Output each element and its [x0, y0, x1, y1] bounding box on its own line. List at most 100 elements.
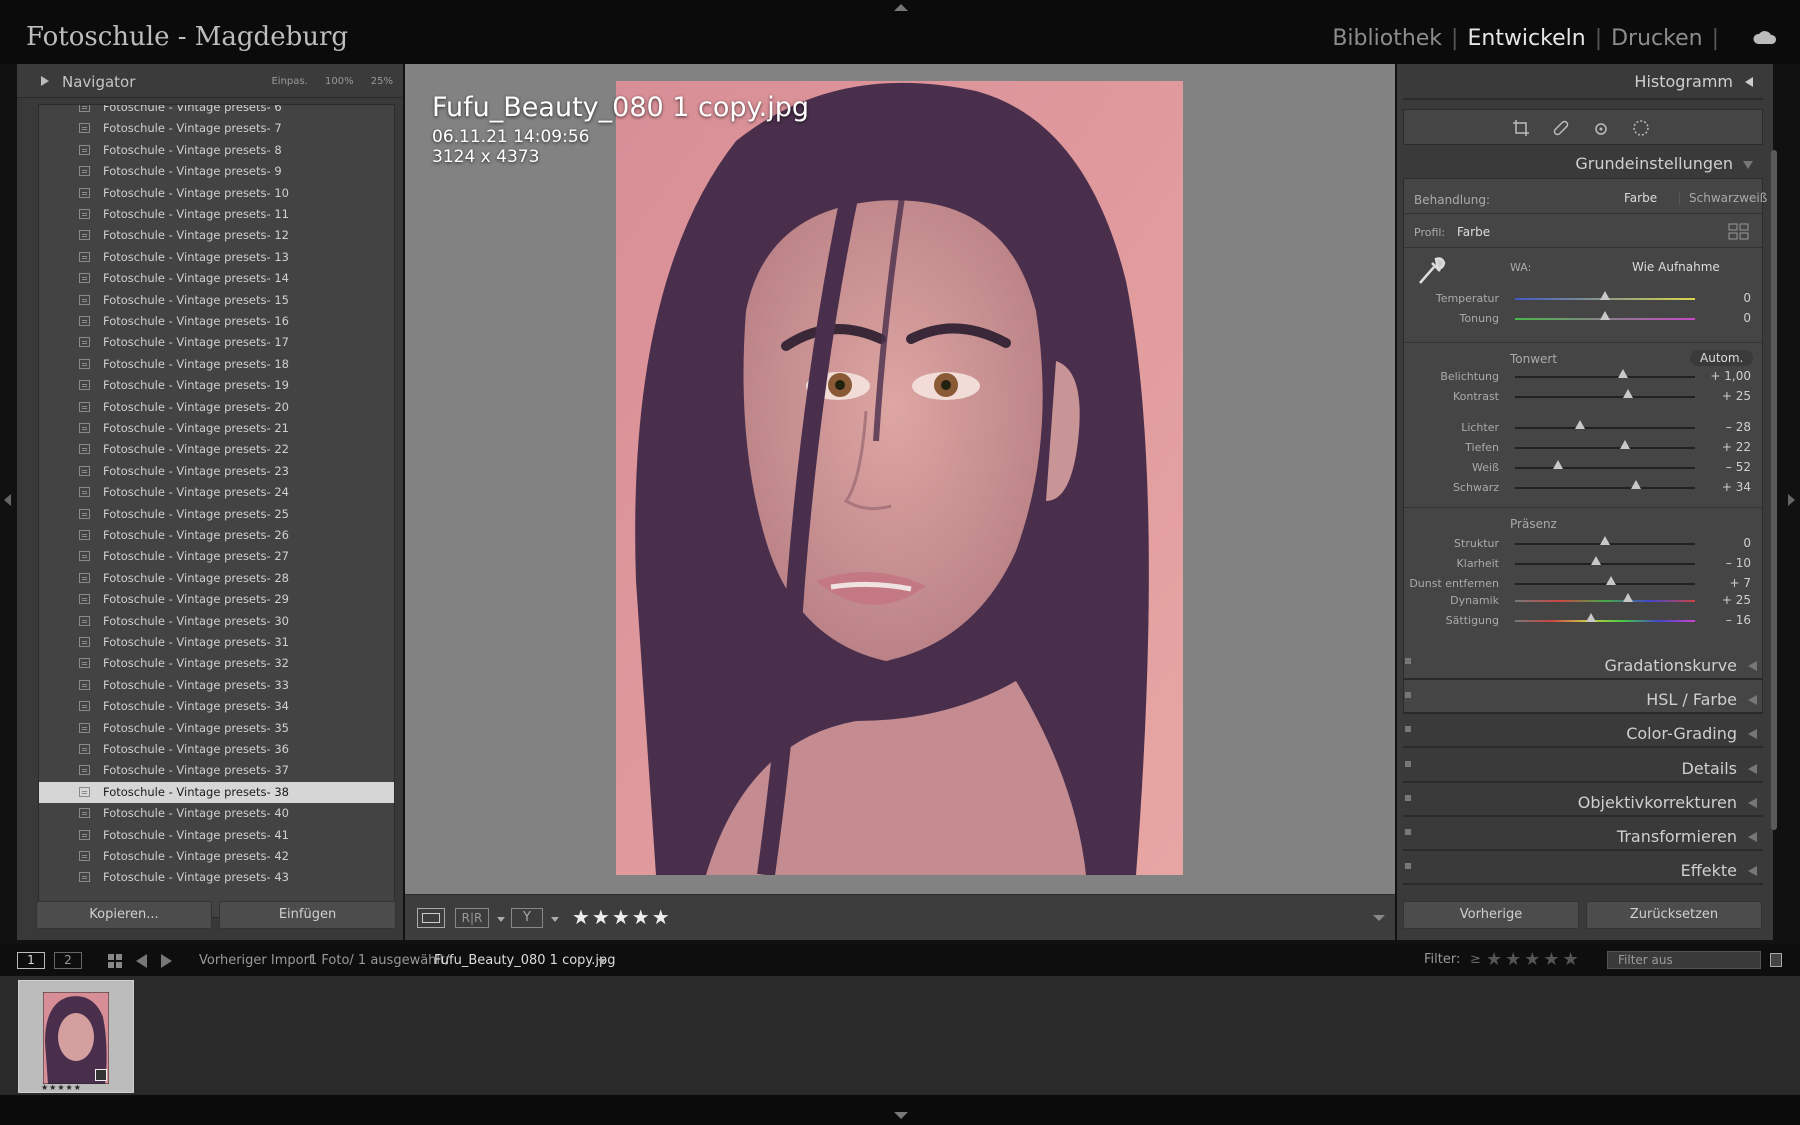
collapsed-panel-header[interactable]: Gradationskurve — [1403, 650, 1763, 680]
panel-toggle-switch[interactable] — [1405, 658, 1411, 664]
preset-item[interactable]: Fotoschule - Vintage presets- 20 — [39, 397, 394, 418]
slider-thumb[interactable] — [1619, 440, 1630, 449]
profile-browser-grid-icon[interactable] — [1728, 223, 1750, 241]
collapsed-panel-header[interactable]: Effekte — [1403, 855, 1763, 886]
before-after-icon[interactable]: R|R — [455, 908, 489, 928]
preset-item[interactable]: Fotoschule - Vintage presets- 27 — [39, 546, 394, 567]
paste-button[interactable]: Einfügen — [219, 901, 396, 929]
preset-item[interactable]: Fotoschule - Vintage presets- 43 — [39, 867, 394, 888]
preset-item[interactable]: Fotoschule - Vintage presets- 10 — [39, 183, 394, 204]
triangle-left-icon[interactable] — [1748, 695, 1757, 706]
page-2-button[interactable]: 2 — [54, 952, 82, 969]
preset-item[interactable]: Fotoschule - Vintage presets- 19 — [39, 375, 394, 396]
cloud-icon[interactable] — [1753, 30, 1777, 44]
preset-item[interactable]: Fotoschule - Vintage presets- 15 — [39, 290, 394, 311]
histogram-title[interactable]: Histogramm — [1634, 72, 1733, 91]
preset-item[interactable]: Fotoschule - Vintage presets- 8 — [39, 140, 394, 161]
slider-value[interactable]: + 25 — [1701, 593, 1751, 607]
slider-thumb[interactable] — [1618, 369, 1628, 378]
back-arrow-icon[interactable] — [136, 954, 147, 968]
slider-thumb[interactable] — [1630, 480, 1641, 489]
filter-lock-icon[interactable] — [1770, 953, 1782, 967]
slider-track[interactable] — [1515, 487, 1695, 489]
slider-value[interactable]: + 7 — [1701, 576, 1751, 590]
slider-track[interactable] — [1515, 376, 1695, 378]
preset-item[interactable]: Fotoschule - Vintage presets- 25 — [39, 504, 394, 525]
slider-value[interactable]: – 16 — [1701, 613, 1751, 627]
preset-item[interactable]: Fotoschule - Vintage presets- 22 — [39, 439, 394, 460]
preset-item[interactable]: Fotoschule - Vintage presets- 14 — [39, 268, 394, 289]
preset-item[interactable]: Fotoschule - Vintage presets- 17 — [39, 332, 394, 353]
right-panel-arrow-icon[interactable] — [1788, 494, 1795, 506]
soft-proof-icon[interactable]: Y — [511, 908, 543, 928]
slider-value[interactable]: + 34 — [1701, 480, 1751, 494]
triangle-right-icon[interactable] — [41, 76, 49, 86]
preset-item[interactable]: Fotoschule - Vintage presets- 34 — [39, 696, 394, 717]
eyedropper-icon[interactable] — [1414, 255, 1448, 287]
module-develop[interactable]: Entwickeln — [1467, 26, 1585, 51]
triangle-down-icon[interactable] — [1743, 161, 1753, 169]
slider-value[interactable]: – 52 — [1701, 460, 1751, 474]
preset-item[interactable]: Fotoschule - Vintage presets- 38 — [39, 781, 394, 803]
preset-item[interactable]: Fotoschule - Vintage presets- 36 — [39, 739, 394, 760]
bottom-panel-arrow-icon[interactable] — [894, 1112, 908, 1119]
top-panel-arrow-icon[interactable] — [894, 4, 908, 11]
preset-item[interactable]: Fotoschule - Vintage presets- 29 — [39, 589, 394, 610]
source-label[interactable]: Vorheriger Import — [199, 953, 314, 968]
preset-item[interactable]: Fotoschule - Vintage presets- 12 — [39, 225, 394, 246]
triangle-left-icon[interactable] — [1748, 729, 1757, 740]
slider-value[interactable]: 0 — [1701, 536, 1751, 550]
preset-item[interactable]: Fotoschule - Vintage presets- 35 — [39, 718, 394, 739]
slider-value[interactable]: – 28 — [1701, 420, 1751, 434]
red-eye-icon[interactable] — [1592, 119, 1610, 137]
preset-item[interactable]: Fotoschule - Vintage presets- 21 — [39, 418, 394, 439]
preset-item[interactable]: Fotoschule - Vintage presets- 40 — [39, 803, 394, 824]
chevron-down-icon[interactable] — [598, 959, 606, 964]
preset-item[interactable]: Fotoschule - Vintage presets- 11 — [39, 204, 394, 225]
triangle-left-icon[interactable] — [1748, 866, 1757, 877]
preset-item[interactable]: Fotoschule - Vintage presets- 28 — [39, 568, 394, 589]
chevron-down-icon[interactable] — [497, 917, 505, 922]
slider-value[interactable]: – 10 — [1701, 556, 1751, 570]
slider-track[interactable] — [1515, 447, 1695, 449]
triangle-left-icon[interactable] — [1745, 77, 1753, 87]
slider-thumb[interactable] — [1600, 536, 1610, 545]
slider-track[interactable] — [1515, 396, 1695, 398]
preset-item[interactable]: Fotoschule - Vintage presets- 41 — [39, 825, 394, 846]
wb-select[interactable]: Wie Aufnahme — [1632, 260, 1720, 274]
healing-brush-icon[interactable] — [1552, 119, 1570, 137]
chevron-down-icon[interactable] — [551, 917, 559, 922]
panel-toggle-switch[interactable] — [1405, 692, 1411, 699]
slider-thumb[interactable] — [1606, 576, 1617, 585]
slider-thumb[interactable] — [1600, 291, 1610, 300]
preset-item[interactable]: Fotoschule - Vintage presets- 24 — [39, 482, 394, 503]
slider-track[interactable] — [1515, 467, 1695, 469]
filmstrip-thumbnail[interactable]: ★★★★★ — [18, 980, 134, 1093]
triangle-left-icon[interactable] — [1748, 763, 1757, 774]
grid-view-icon[interactable] — [107, 953, 123, 969]
triangle-left-icon[interactable] — [1748, 832, 1757, 842]
filter-operator[interactable]: ≥ — [1470, 952, 1481, 967]
slider-thumb[interactable] — [1574, 420, 1585, 429]
preset-item[interactable]: Fotoschule - Vintage presets- 31 — [39, 632, 394, 653]
slider-thumb[interactable] — [1600, 311, 1610, 320]
treatment-bw-option[interactable]: Schwarzweiß — [1679, 191, 1767, 205]
panel-toggle-switch[interactable] — [1405, 726, 1411, 733]
slider-thumb[interactable] — [1591, 556, 1601, 565]
panel-toggle-switch[interactable] — [1405, 863, 1411, 870]
slider-thumb[interactable] — [1622, 593, 1633, 602]
masking-icon[interactable] — [1632, 119, 1650, 137]
filter-stars[interactable]: ★★★★★ — [1486, 949, 1582, 970]
treatment-color-option[interactable]: Farbe — [1624, 191, 1657, 205]
triangle-left-icon[interactable] — [1748, 797, 1757, 808]
profile-select[interactable]: Farbe — [1457, 225, 1490, 239]
preset-item[interactable]: Fotoschule - Vintage presets- 23 — [39, 461, 394, 482]
preset-item[interactable]: Fotoschule - Vintage presets- 30 — [39, 611, 394, 632]
preset-item[interactable]: Fotoschule - Vintage presets- 32 — [39, 653, 394, 674]
loupe-view-icon[interactable] — [417, 908, 445, 928]
navigator-header[interactable]: Navigator Einpas. 100% 25% — [17, 64, 403, 98]
preset-item[interactable]: Fotoschule - Vintage presets- 16 — [39, 311, 394, 332]
slider-value[interactable]: + 25 — [1701, 389, 1751, 403]
slider-track[interactable] — [1515, 563, 1695, 565]
preset-list[interactable]: Fotoschule - Vintage presets- 6 Fotoschul… — [38, 104, 395, 918]
